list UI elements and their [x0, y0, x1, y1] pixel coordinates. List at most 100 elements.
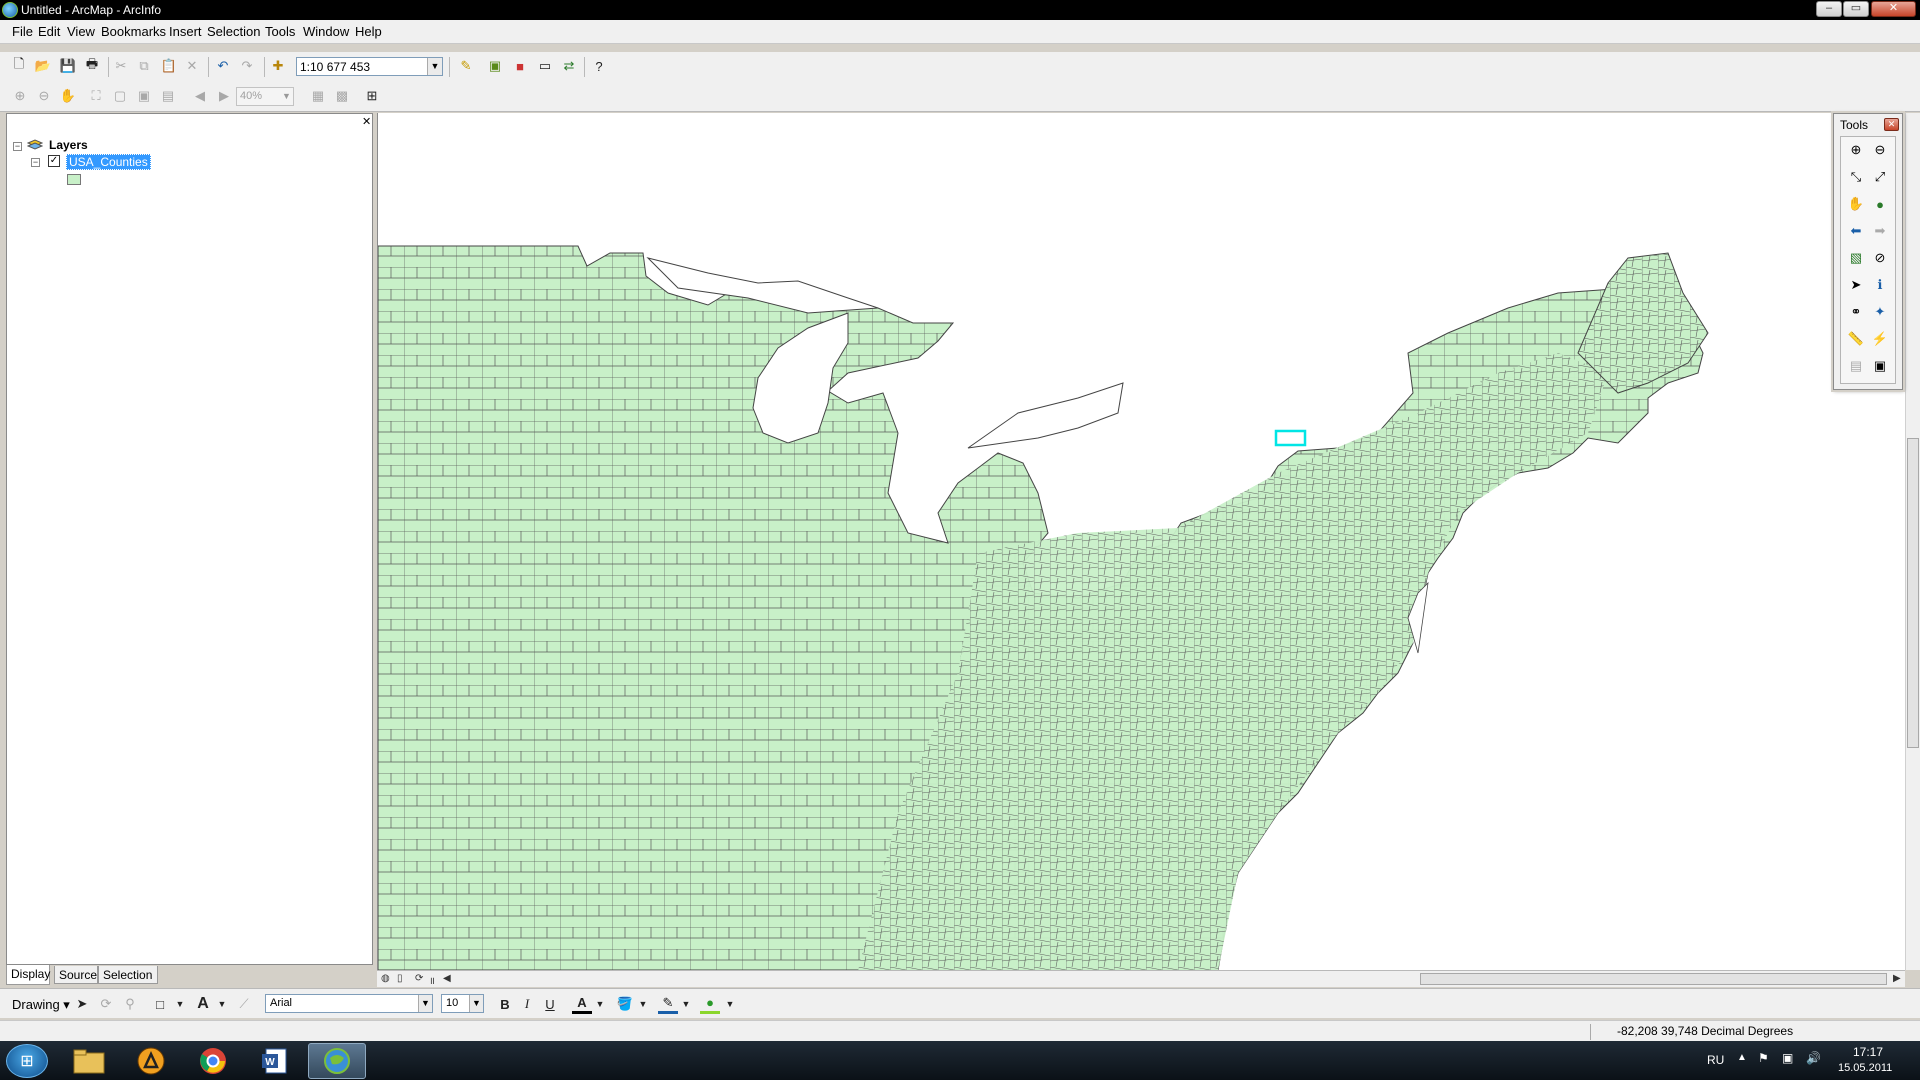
- arcmap-taskbar-icon[interactable]: [308, 1043, 366, 1079]
- collapse-layer-icon[interactable]: −: [31, 158, 40, 167]
- layout-pan-icon[interactable]: ✋: [58, 86, 78, 106]
- chevron-down-icon[interactable]: ▼: [676, 994, 696, 1014]
- drawing-menu-button[interactable]: Drawing ▾: [12, 997, 70, 1013]
- undo-icon[interactable]: ↶: [213, 56, 233, 76]
- delete-icon[interactable]: ✕: [182, 56, 202, 76]
- chevron-down-icon[interactable]: ▼: [280, 88, 293, 105]
- clock-date[interactable]: 15.05.2011: [1838, 1062, 1892, 1074]
- zoom-to-selected-icon[interactable]: ⚲: [120, 994, 140, 1014]
- chevron-down-icon[interactable]: ▼: [720, 994, 740, 1014]
- focus-data-frame-icon[interactable]: ▩: [332, 86, 352, 106]
- create-viewer-window-icon[interactable]: ▣: [1871, 357, 1889, 375]
- identify-icon[interactable]: ℹ: [1871, 276, 1889, 294]
- menu-view[interactable]: View: [67, 24, 95, 39]
- fixed-zoom-out-icon[interactable]: ▤: [158, 86, 178, 106]
- marker-color-icon[interactable]: ●: [700, 994, 720, 1014]
- arccatalog-icon[interactable]: ▣: [485, 56, 505, 76]
- copy-icon[interactable]: ⧉: [134, 56, 154, 76]
- back-arrow-icon[interactable]: ⬅: [1847, 222, 1865, 240]
- menu-insert[interactable]: Insert: [169, 24, 202, 39]
- refresh-view-icon[interactable]: ⟳: [415, 973, 423, 984]
- layout-zoom-combobox[interactable]: 40% ▼: [236, 87, 294, 106]
- chevron-down-icon[interactable]: ▼: [633, 994, 653, 1014]
- full-extent-globe-icon[interactable]: ●: [1871, 195, 1889, 213]
- line-color-icon[interactable]: ✎: [658, 994, 678, 1014]
- layer-name[interactable]: USA_Counties: [66, 154, 151, 170]
- arctoolbox-icon[interactable]: ■: [510, 56, 530, 76]
- add-data-icon[interactable]: ✚: [268, 56, 288, 76]
- hyperlink-icon[interactable]: ⚡: [1871, 330, 1889, 348]
- measure-icon[interactable]: 📏: [1847, 330, 1865, 348]
- close-button[interactable]: ✕: [1871, 1, 1916, 17]
- html-popup-icon[interactable]: ▤: [1847, 357, 1865, 375]
- save-icon[interactable]: 💾: [58, 56, 78, 76]
- menu-help[interactable]: Help: [355, 24, 382, 39]
- go-to-xy-icon[interactable]: ✦: [1871, 303, 1889, 321]
- select-elements-icon[interactable]: ➤: [72, 994, 92, 1014]
- tab-display[interactable]: Display: [6, 965, 50, 985]
- underline-button[interactable]: U: [540, 994, 560, 1014]
- editor-toolbar-icon[interactable]: ✎: [456, 56, 476, 76]
- chevron-down-icon[interactable]: ▼: [590, 994, 610, 1014]
- fixed-zoom-out-icon[interactable]: ⤢: [1871, 168, 1889, 186]
- fixed-zoom-in-icon[interactable]: ▣: [134, 86, 154, 106]
- scroll-left-icon[interactable]: ◀: [443, 973, 451, 984]
- tab-selection[interactable]: Selection: [98, 966, 158, 984]
- layout-view-icon[interactable]: ▯: [397, 973, 403, 984]
- pause-drawing-icon[interactable]: ॥: [429, 973, 435, 987]
- start-button[interactable]: ⊞: [6, 1044, 48, 1078]
- toc-close-icon[interactable]: ✕: [362, 115, 371, 128]
- map-display[interactable]: [377, 113, 1905, 970]
- chevron-down-icon[interactable]: ▼: [170, 994, 190, 1014]
- new-document-icon[interactable]: 🗋: [9, 56, 29, 76]
- zoom-100-icon[interactable]: ▢: [110, 86, 130, 106]
- forward-arrow-icon[interactable]: ➡: [1871, 222, 1889, 240]
- font-name-combobox[interactable]: Arial ▼: [265, 994, 433, 1013]
- network-icon[interactable]: ▣: [1782, 1051, 1793, 1065]
- language-indicator[interactable]: RU: [1707, 1053, 1724, 1067]
- menu-window[interactable]: Window: [303, 24, 349, 39]
- fixed-zoom-in-icon[interactable]: ⤡: [1847, 168, 1865, 186]
- cut-icon[interactable]: ✂: [111, 56, 131, 76]
- chevron-down-icon[interactable]: ▼: [212, 994, 232, 1014]
- clear-selection-icon[interactable]: ⊘: [1871, 249, 1889, 267]
- clock-time[interactable]: 17:17: [1853, 1045, 1883, 1059]
- print-icon[interactable]: 🖶: [82, 56, 102, 76]
- text-tool-button[interactable]: A: [193, 994, 213, 1014]
- chrome-taskbar-icon[interactable]: [184, 1043, 242, 1079]
- scroll-right-icon[interactable]: ▶: [1893, 973, 1901, 984]
- bold-button[interactable]: B: [495, 994, 515, 1014]
- find-binoculars-icon[interactable]: ⚭: [1847, 303, 1865, 321]
- font-color-button[interactable]: A: [572, 994, 592, 1014]
- paste-icon[interactable]: 📋: [159, 56, 179, 76]
- volume-icon[interactable]: 🔊: [1806, 1051, 1821, 1065]
- vertical-scrollbar[interactable]: [1905, 113, 1920, 970]
- chevron-down-icon[interactable]: ▼: [427, 58, 442, 75]
- chevron-down-icon[interactable]: ▼: [469, 995, 483, 1012]
- vertical-scrollbar-thumb[interactable]: [1907, 438, 1919, 748]
- layer-name-label[interactable]: USA_Counties: [66, 154, 151, 170]
- show-hidden-icons-icon[interactable]: ▲: [1737, 1052, 1747, 1063]
- layer-symbol-swatch[interactable]: [67, 174, 81, 185]
- chevron-down-icon[interactable]: ▼: [418, 995, 432, 1012]
- collapse-layers-icon[interactable]: −: [13, 142, 22, 151]
- command-line-icon[interactable]: ▭: [535, 56, 555, 76]
- map-scale-combobox[interactable]: 1:10 677 453 ▼: [296, 57, 443, 76]
- select-elements-icon[interactable]: ➤: [1847, 276, 1865, 294]
- change-layout-icon[interactable]: ⊞: [362, 86, 382, 106]
- maximize-button[interactable]: ▭: [1843, 1, 1869, 17]
- open-icon[interactable]: 📂: [33, 56, 53, 76]
- action-center-flag-icon[interactable]: ⚑: [1758, 1051, 1769, 1065]
- menu-tools[interactable]: Tools: [265, 24, 295, 39]
- font-size-combobox[interactable]: 10 ▼: [441, 994, 484, 1013]
- go-forward-extent-icon[interactable]: ▶: [214, 86, 234, 106]
- menu-bookmarks[interactable]: Bookmarks: [101, 24, 166, 39]
- layers-root-label[interactable]: Layers: [49, 138, 88, 152]
- horizontal-scrollbar-thumb[interactable]: [1420, 973, 1887, 985]
- layout-zoom-in-icon[interactable]: ⊕: [10, 86, 30, 106]
- layout-zoom-out-icon[interactable]: ⊖: [34, 86, 54, 106]
- select-features-icon[interactable]: ▧: [1847, 249, 1865, 267]
- modelbuilder-icon[interactable]: ⇄: [559, 56, 579, 76]
- go-back-extent-icon[interactable]: ◀: [190, 86, 210, 106]
- minimize-button[interactable]: –: [1816, 1, 1842, 17]
